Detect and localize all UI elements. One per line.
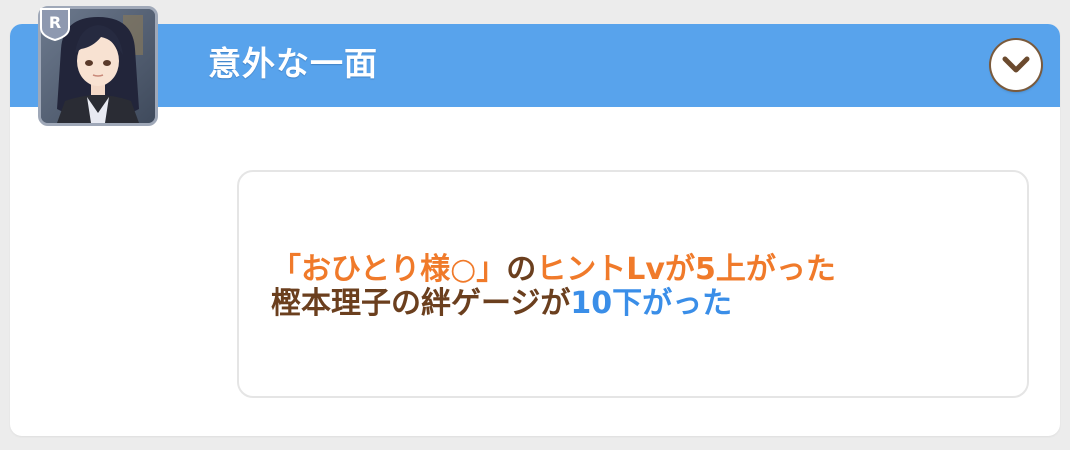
particle-text: の <box>506 252 537 287</box>
event-title: 意外な一面 <box>208 44 378 83</box>
expand-button[interactable] <box>991 40 1041 90</box>
hint-effect: ヒントLvが5上がった <box>536 252 836 287</box>
bond-target: 樫本理子の絆ゲージが <box>271 286 571 321</box>
bond-amount: 10下がった <box>570 286 733 321</box>
hint-result-line: 「おひとり様○」のヒントLvが5上がった <box>271 252 836 288</box>
rarity-shield-icon: R <box>40 8 70 42</box>
rarity-label: R <box>49 13 61 32</box>
event-header: 意外な一面 <box>10 24 1060 107</box>
bond-result-line: 樫本理子の絆ゲージが10下がった <box>271 286 732 322</box>
result-card: 「おひとり様○」のヒントLvが5上がった 樫本理子の絆ゲージが10下がった <box>237 170 1029 398</box>
event-result-panel: 意外な一面 「おひとり様○」のヒントLvが5上がった 樫本理子の絆ゲージが10下… <box>10 24 1060 436</box>
skill-name: 「おひとり様○」 <box>271 252 507 287</box>
rarity-badge: R <box>38 6 72 42</box>
chevron-down-icon <box>1002 56 1030 73</box>
